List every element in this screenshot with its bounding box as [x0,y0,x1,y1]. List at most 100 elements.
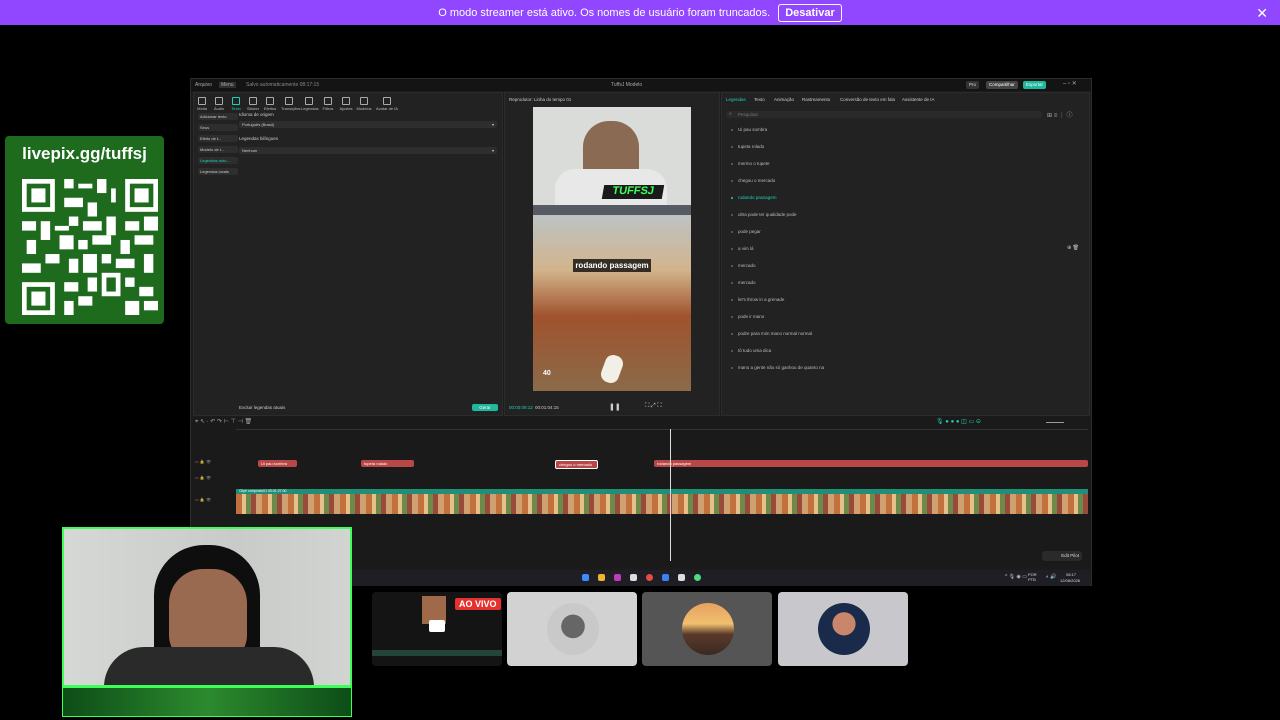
list-item[interactable]: tupeta rolado [731,144,764,149]
tool-sticker[interactable]: Sticker [245,97,261,111]
pro-badge: Pro [966,81,980,89]
disable-streamer-mode-button[interactable]: Desativar [778,3,842,22]
menu-file[interactable]: Arquivo [195,82,212,88]
zoom-slider[interactable] [1046,422,1064,423]
list-item-active[interactable]: rodando passagem [731,195,777,200]
list-item[interactable]: podre para mim mano normal normal [731,331,812,336]
captions-panel: Legendas Texto Animação Rastreamento Con… [721,92,1090,416]
list-item[interactable]: mermo o tupete [731,161,770,166]
side-menu-auto-captions[interactable]: Legendas auto... [198,157,238,164]
tool-transitions[interactable]: Transições [281,97,300,111]
caption-clip[interactable]: rodando passagem [654,460,1088,467]
source-language-label: Idioma de origem [239,112,274,117]
tab-tracking[interactable]: Rastreamento [802,97,830,102]
participant-tile[interactable] [642,592,772,666]
app-icon[interactable] [678,574,685,581]
chrome-icon[interactable] [646,574,653,581]
preview-gameplay: rodando passagem 40 [533,205,691,391]
track-controls[interactable]: ▭ 🔒 👁 [195,497,211,502]
list-item[interactable]: let's throw in a grenade [731,297,784,302]
window-controls[interactable]: – ▫ ✕ [1063,80,1077,87]
add-text-button[interactable]: Adicionar texto [198,113,238,120]
side-menu-yours[interactable]: Seus [198,124,238,131]
caption-clip-selected[interactable]: chegou o mercado [555,460,598,469]
tray-sound-icon[interactable]: ◐ 🔊 [1046,574,1057,580]
menu-main[interactable]: Menu [219,82,236,88]
generate-button[interactable]: Gerar [472,404,498,411]
tab-animation[interactable]: Animação [774,97,794,102]
share-button[interactable]: Compartilhar [986,81,1018,89]
search-input[interactable]: Pesquisar [738,112,758,117]
list-item[interactable]: mano a gente não só ganhou de quanto na [731,365,824,370]
project-title: TuffsJ Modelo [611,82,643,88]
list-item[interactable]: tô tudo uma dica [731,348,771,353]
track-controls[interactable]: ▭ 🔒 👁 [195,459,211,464]
side-menu-text-effects[interactable]: Efeito de t... [198,135,238,142]
subtitle-overlay: rodando passagem [573,259,651,272]
keyboard-language[interactable]: POR PTB [1028,572,1042,582]
app-icon[interactable] [614,574,621,581]
app-icon[interactable] [630,574,637,581]
tool-adjust[interactable]: Ajustes [338,97,354,111]
list-item[interactable]: Ui pau sombra [731,127,767,132]
tab-ai-assistant[interactable]: Assistente de IA [902,97,935,102]
list-item[interactable]: mercado [731,263,756,268]
tool-captions[interactable]: Legendas [301,97,319,111]
tray-icons[interactable]: ^ 🎙 ◉ ▭ [1005,574,1027,580]
timeline-tools-icons[interactable]: ⌖ ↖ · ↶ ↷ ⊢ ⊤ ⊣ 🗑 [195,418,252,426]
tab-captions[interactable]: Legendas [726,97,746,102]
video-track-clip[interactable] [236,494,1088,514]
play-pause-icon[interactable]: ❚❚ [609,403,621,411]
list-item[interactable]: ultra pode ter qualidade pode [731,212,797,217]
timeline-right-icons[interactable]: 🎙 ● ● ● ◫ ▭ ⊝ [936,418,981,425]
tool-effects[interactable]: Efeitos [262,97,278,111]
donation-link: livepix.gg/tuffsj [22,144,147,163]
captions-search-bar[interactable]: ⌕ Pesquisar [726,111,1042,118]
tool-audio[interactable]: Áudio [211,97,227,111]
tool-media[interactable]: Mídia [194,97,210,111]
clock-date: 12/08/2026 [1060,578,1081,583]
app-icon[interactable] [694,574,701,581]
player-title: Reprodutor: Linha do tempo 01 [509,97,572,102]
list-item[interactable]: pode pegar [731,229,761,234]
participant-tile[interactable] [778,592,908,666]
app-icon[interactable] [662,574,669,581]
tool-filters[interactable]: Filtros [320,97,336,111]
track-controls[interactable]: ▭ 🔒 👁 [195,475,211,480]
tab-text-to-speech[interactable]: Conversão de texto em fala [840,97,895,102]
avatar [547,603,599,655]
bilingual-captions-select[interactable]: Nenhum ▾ [239,147,497,154]
participant-tile[interactable] [507,592,637,666]
webcam-frame-decoration [62,687,352,717]
fullscreen-icon[interactable]: ⛶ ⤢ ⛶ [645,403,662,410]
list-item[interactable]: pode ir mano [731,314,764,319]
side-menu-local-captions[interactable]: Legendas locais [198,168,238,175]
tool-ai-avatar[interactable]: Avatar de IA [376,97,398,111]
close-icon[interactable]: ✕ [1256,5,1268,22]
streamer-tag: TUFFSJ [601,185,665,199]
tab-text[interactable]: Texto [754,97,765,102]
caption-clip[interactable]: Ui pau sombra [258,460,297,467]
game-hud-top [533,205,691,215]
playhead[interactable] [670,429,671,561]
list-item-hovered[interactable]: a vim lá ⊕ 🗑 [731,245,1081,251]
player-panel: Reprodutor: Linha do tempo 01 TUFFSJ rod… [504,92,720,416]
clear-captions-checkbox[interactable]: Excluir legendas atuais [239,405,285,410]
side-menu-text-templates[interactable]: Modelo de t... [198,146,238,153]
edit-pilot-button[interactable]: Edit Pilot [1042,551,1082,561]
screen-share-tile[interactable]: AO VIVO [372,592,502,666]
caption-clip[interactable]: tupeta rolado [361,460,414,467]
file-explorer-icon[interactable] [598,574,605,581]
current-time: 00:00:09:12 [509,405,533,410]
export-button[interactable]: Exportar [1023,81,1047,89]
tool-templates[interactable]: Modelos [356,97,372,111]
caption-actions-icons[interactable]: ⊕ 🗑 [1067,245,1079,251]
captions-toolbar-icons[interactable]: ⊞ ≡ ⋮ ⓘ [1047,110,1073,119]
source-language-select[interactable]: Português (Brasil) ▾ [239,121,497,128]
list-item[interactable]: chegou o mercado [731,178,775,183]
monitor-icon [429,620,445,632]
tool-text[interactable]: Texto [228,97,244,111]
streamer-mode-banner: O modo streamer está ativo. Os nomes de … [0,0,1280,25]
list-item[interactable]: mercado [731,280,756,285]
windows-start-icon[interactable] [582,574,589,581]
